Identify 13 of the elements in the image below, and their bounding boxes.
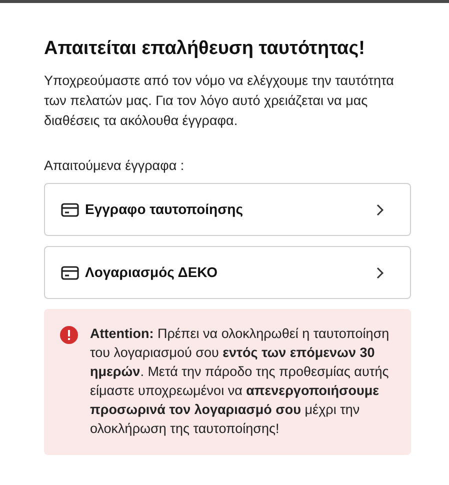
document-item[interactable]: Εγγραφο ταυτοποίησης [44, 183, 411, 236]
documents-label: Απαιτούμενα έγγραφα : [44, 157, 186, 175]
intro-text: Υποχρεούμαστε από τον νόμο να ελέγχουμε την ταυτότητα των πελατών μας. Για τον λόγο αυτό χρειάζεται να μας διαθέσεις τα ακόλουθα έγγραφα. [44, 72, 395, 130]
document-label: Εγγραφο ταυτοποίησης [61, 199, 243, 220]
card-icon [61, 202, 79, 216]
dialog-title: Απαιτείται επαλήθευση ταυτότητας! [44, 37, 366, 61]
card-icon [61, 266, 79, 280]
chevron-right-icon [376, 266, 384, 278]
document-label: Λογαριασμός ΔΕΚΟ [61, 262, 218, 283]
error-icon [60, 326, 78, 344]
document-item[interactable]: Λογαριασμός ΔΕΚΟ [44, 246, 411, 299]
alert-text: Attention: Πρέπει να ολοκληρωθεί η ταυτοποίηση του λογαριασμού σου εντός των επόμενων 30 ημερών. Μετά την πάροδο της προθεσμίας αυτής είμαστε υποχρεωμένοι να απενεργοποιήσουμε προσωρινά τον λογαριασμό σου μέχρι την ολοκλήρωση της ταυτοποίησης! [90, 325, 390, 438]
chevron-right-icon [376, 204, 384, 216]
